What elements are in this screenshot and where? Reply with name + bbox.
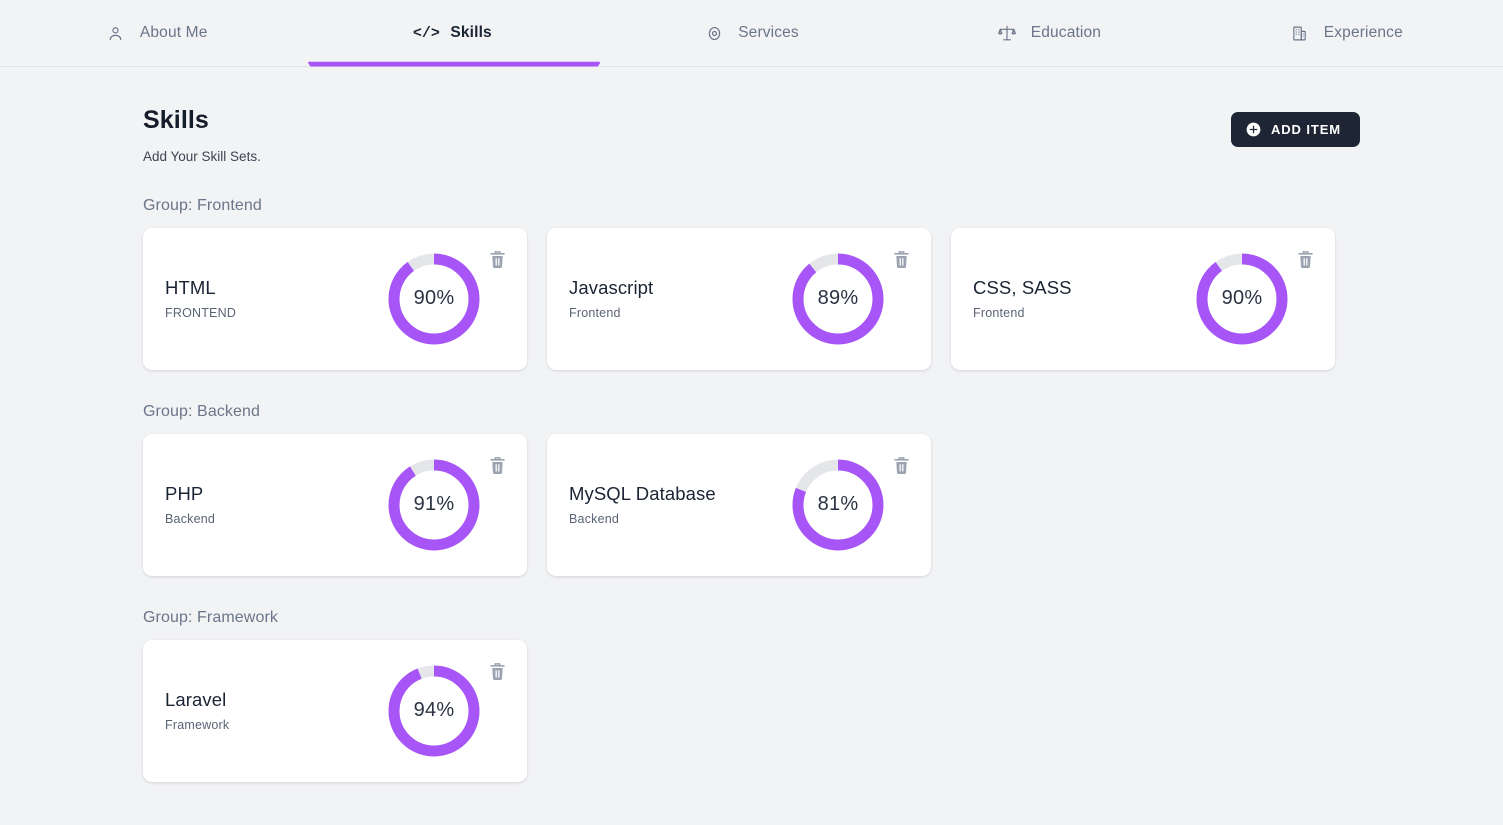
skill-percent: 90%	[388, 253, 480, 345]
card-row-frontend: HTML FRONTEND 90% Javascript Fronte	[143, 228, 1360, 370]
skill-gauge: 94%	[388, 665, 480, 757]
skill-gauge: 90%	[1196, 253, 1288, 345]
tab-experience[interactable]: Experience	[1198, 0, 1495, 67]
skill-name: PHP	[165, 483, 388, 504]
skill-percent: 91%	[388, 459, 480, 551]
code-icon: </>	[416, 23, 436, 43]
skill-percent: 90%	[1196, 253, 1288, 345]
skill-name: Laravel	[165, 689, 388, 710]
page-subtitle: Add Your Skill Sets.	[143, 149, 261, 164]
skill-name: Javascript	[569, 277, 792, 298]
plus-circle-icon	[1246, 122, 1261, 137]
skill-card[interactable]: Javascript Frontend 89%	[547, 228, 931, 370]
skill-name: HTML	[165, 277, 388, 298]
skill-gauge: 90%	[388, 253, 480, 345]
skill-card-text: HTML FRONTEND	[165, 277, 388, 319]
skill-card[interactable]: PHP Backend 91%	[143, 434, 527, 576]
tab-about-me[interactable]: About Me	[8, 0, 305, 67]
trash-icon[interactable]	[893, 250, 910, 269]
add-item-button[interactable]: ADD ITEM	[1231, 112, 1360, 147]
skill-group: Framework	[165, 718, 388, 732]
skill-percent: 94%	[388, 665, 480, 757]
active-tab-indicator	[307, 61, 600, 67]
skill-group: Backend	[165, 512, 388, 526]
group-label-backend: Group: Backend	[143, 403, 1360, 421]
building-icon	[1290, 23, 1310, 43]
skill-gauge: 91%	[388, 459, 480, 551]
tab-label-education: Education	[1031, 24, 1101, 42]
tab-services[interactable]: Services	[603, 0, 900, 67]
skill-group: Frontend	[973, 306, 1196, 320]
skill-percent: 81%	[792, 459, 884, 551]
tab-skills[interactable]: </> Skills	[305, 0, 602, 67]
skill-name: CSS, SASS	[973, 277, 1196, 298]
trash-icon[interactable]	[1297, 250, 1314, 269]
skill-name: MySQL Database	[569, 483, 792, 504]
page-header: Skills Add Your Skill Sets. ADD ITEM	[143, 67, 1360, 164]
user-icon	[106, 23, 126, 43]
skill-group: Frontend	[569, 306, 792, 320]
tab-label-about-me: About Me	[140, 24, 208, 42]
skills-page: Skills Add Your Skill Sets. ADD ITEM Gro…	[0, 67, 1503, 782]
skill-group: FRONTEND	[165, 306, 388, 320]
target-icon	[704, 23, 724, 43]
tab-label-skills: Skills	[450, 24, 491, 42]
skill-percent: 89%	[792, 253, 884, 345]
skill-group: Backend	[569, 512, 792, 526]
page-title: Skills	[143, 107, 261, 135]
skill-card-text: Laravel Framework	[165, 689, 388, 731]
skill-card[interactable]: HTML FRONTEND 90%	[143, 228, 527, 370]
tab-label-services: Services	[738, 24, 799, 42]
tab-education[interactable]: Education	[900, 0, 1197, 67]
skill-card-text: Javascript Frontend	[569, 277, 792, 319]
trash-icon[interactable]	[489, 456, 506, 475]
main-tabbar: About Me </> Skills Services Education	[0, 0, 1503, 67]
card-row-backend: PHP Backend 91% MySQL Database Back	[143, 434, 1360, 576]
trash-icon[interactable]	[489, 250, 506, 269]
skill-card-text: PHP Backend	[165, 483, 388, 525]
group-label-framework: Group: Framework	[143, 609, 1360, 627]
skill-card[interactable]: CSS, SASS Frontend 90%	[951, 228, 1335, 370]
add-item-button-label: ADD ITEM	[1271, 122, 1341, 137]
skill-gauge: 89%	[792, 253, 884, 345]
page-header-text: Skills Add Your Skill Sets.	[143, 107, 261, 164]
scales-icon	[997, 23, 1017, 43]
skill-card-text: CSS, SASS Frontend	[973, 277, 1196, 319]
skill-card-text: MySQL Database Backend	[569, 483, 792, 525]
trash-icon[interactable]	[489, 662, 506, 681]
card-row-framework: Laravel Framework 94%	[143, 640, 1360, 782]
skill-card[interactable]: Laravel Framework 94%	[143, 640, 527, 782]
skill-gauge: 81%	[792, 459, 884, 551]
tab-label-experience: Experience	[1324, 24, 1403, 42]
skill-card[interactable]: MySQL Database Backend 81%	[547, 434, 931, 576]
group-label-frontend: Group: Frontend	[143, 197, 1360, 215]
trash-icon[interactable]	[893, 456, 910, 475]
